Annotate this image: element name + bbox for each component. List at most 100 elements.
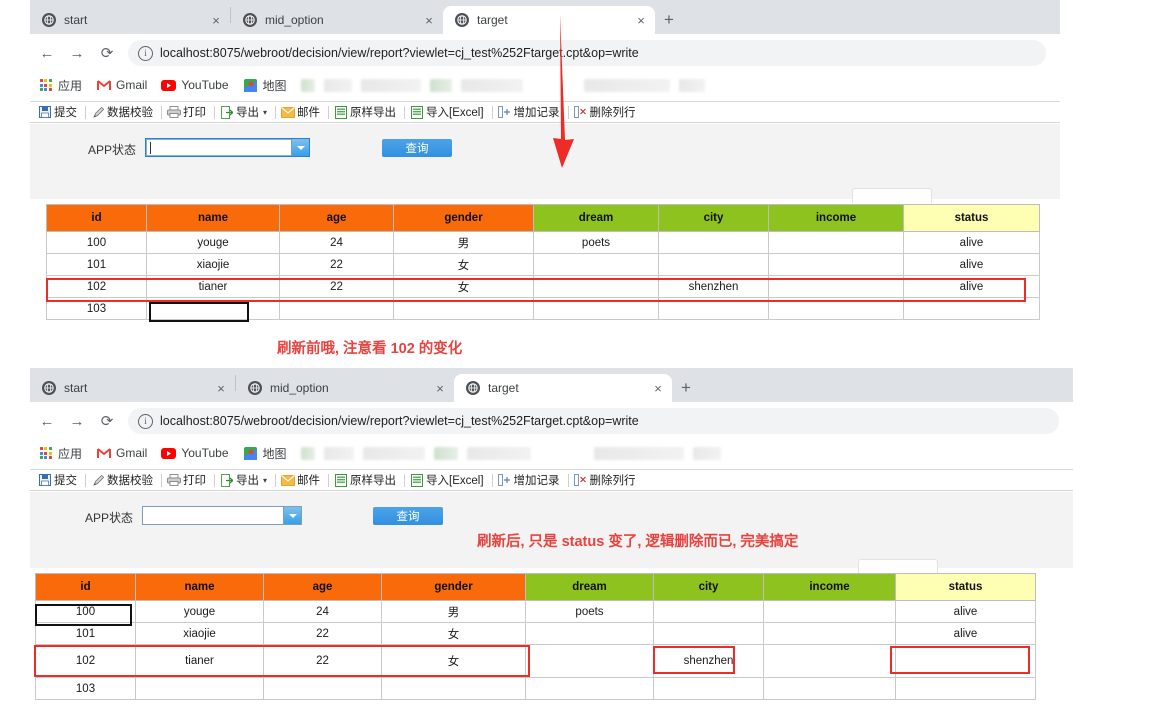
cell-id[interactable]: 103 <box>35 677 136 700</box>
cell-gender[interactable]: 男 <box>381 600 526 623</box>
cell-id[interactable]: 102 <box>46 275 147 298</box>
blurred-bookmark[interactable] <box>692 446 721 460</box>
cell-age[interactable]: 22 <box>263 622 382 645</box>
site-info-icon[interactable]: i <box>138 45 153 61</box>
bookmark-apps[interactable]: 应用 <box>38 445 82 462</box>
table-row[interactable]: 100 youge 24 男 poets alive <box>35 600 1036 623</box>
cell-age[interactable]: 22 <box>279 253 394 276</box>
forward-icon[interactable]: → <box>64 413 90 430</box>
cell-status[interactable]: alive <box>903 231 1040 254</box>
table-row[interactable]: 103 <box>35 677 1036 700</box>
cell-name[interactable] <box>146 297 280 320</box>
cell-gender[interactable] <box>381 677 526 700</box>
tab-close-icon[interactable]: × <box>421 14 437 27</box>
cell-city[interactable] <box>653 600 764 623</box>
cell-income[interactable] <box>763 644 896 678</box>
cell-name[interactable]: tianer <box>146 275 280 298</box>
bookmark-youtube[interactable]: YouTube <box>161 446 229 461</box>
cell-id[interactable]: 101 <box>35 622 136 645</box>
blurred-bookmark[interactable] <box>583 78 670 92</box>
tab-mid-option[interactable]: mid_option × <box>236 374 454 402</box>
blurred-bookmark[interactable] <box>678 78 705 92</box>
back-icon[interactable]: ← <box>34 45 60 62</box>
toolbar-print[interactable]: 打印 <box>167 472 206 488</box>
cell-name[interactable]: tianer <box>135 644 264 678</box>
query-button[interactable]: 查询 <box>382 139 452 157</box>
table-row[interactable]: 101 xiaojie 22 女 alive <box>46 253 1040 276</box>
cell-dream[interactable] <box>533 297 659 320</box>
chevron-down-icon[interactable]: ▾ <box>263 476 267 485</box>
cell-gender[interactable]: 女 <box>393 253 534 276</box>
cell-city[interactable] <box>658 297 769 320</box>
cell-dream[interactable] <box>533 253 659 276</box>
toolbar-data-validate[interactable]: 数据校验 <box>91 472 153 488</box>
cell-name[interactable]: xiaojie <box>135 622 264 645</box>
cell-income[interactable] <box>768 253 904 276</box>
cell-gender[interactable]: 男 <box>393 231 534 254</box>
blurred-bookmark[interactable] <box>593 446 684 460</box>
blurred-bookmark[interactable] <box>466 446 531 460</box>
dropdown-arrow-icon[interactable] <box>291 139 309 156</box>
toolbar-export[interactable]: 导出 ▾ <box>220 104 267 120</box>
bookmark-gmail[interactable]: Gmail <box>96 446 147 461</box>
cell-name[interactable] <box>135 677 264 700</box>
blurred-bookmark[interactable] <box>362 446 425 460</box>
toolbar-mail[interactable]: 邮件 <box>281 104 320 120</box>
blurred-bookmark[interactable] <box>300 446 315 460</box>
cell-income[interactable] <box>763 677 896 700</box>
toolbar-add-record[interactable]: 增加记录 <box>498 104 560 120</box>
cell-status[interactable]: alive <box>903 253 1040 276</box>
reload-icon[interactable]: ⟳ <box>94 412 120 430</box>
cell-id[interactable]: 103 <box>46 297 147 320</box>
blurred-bookmark[interactable] <box>460 78 523 92</box>
bookmark-youtube[interactable]: YouTube <box>161 78 229 93</box>
bookmark-gmail[interactable]: Gmail <box>96 78 147 93</box>
tab-close-icon[interactable]: × <box>213 382 229 395</box>
dropdown-arrow-icon[interactable] <box>283 507 301 524</box>
table-row[interactable]: 101 xiaojie 22 女 alive <box>35 622 1036 645</box>
cell-city[interactable] <box>658 231 769 254</box>
cell-gender[interactable] <box>393 297 534 320</box>
toolbar-import-excel[interactable]: 导入[Excel] <box>410 104 484 120</box>
bookmark-maps[interactable]: 地图 <box>243 77 287 94</box>
forward-icon[interactable]: → <box>64 45 90 62</box>
new-tab-button[interactable]: + <box>655 6 683 34</box>
table-row[interactable]: 100 youge 24 男 poets alive <box>46 231 1040 254</box>
cell-status[interactable]: alive <box>895 600 1036 623</box>
cell-status[interactable] <box>895 677 1036 700</box>
cell-status[interactable] <box>903 297 1040 320</box>
toolbar-delete-row[interactable]: 删除列行 <box>574 104 636 120</box>
address-bar[interactable]: i localhost:8075/webroot/decision/view/r… <box>128 408 1059 434</box>
app-status-input[interactable] <box>143 507 283 524</box>
query-button[interactable]: 查询 <box>373 507 443 525</box>
cell-age[interactable]: 24 <box>279 231 394 254</box>
blurred-bookmark[interactable] <box>300 78 315 92</box>
toolbar-submit[interactable]: 提交 <box>38 104 77 120</box>
cell-gender[interactable]: 女 <box>393 275 534 298</box>
cell-id[interactable]: 102 <box>35 644 136 678</box>
new-tab-button[interactable]: + <box>672 374 700 402</box>
toolbar-add-record[interactable]: 增加记录 <box>498 472 560 488</box>
cell-age[interactable]: 22 <box>263 644 382 678</box>
app-status-input[interactable] <box>146 139 291 156</box>
cell-gender[interactable]: 女 <box>381 644 526 678</box>
cell-age[interactable]: 22 <box>279 275 394 298</box>
tab-start[interactable]: start × <box>30 374 235 402</box>
app-status-dropdown[interactable] <box>142 506 302 525</box>
tab-target[interactable]: target × <box>443 6 655 34</box>
cell-city[interactable]: shenzhen <box>658 275 769 298</box>
toolbar-delete-row[interactable]: 删除列行 <box>574 472 636 488</box>
cell-dream[interactable] <box>525 677 654 700</box>
toolbar-print[interactable]: 打印 <box>167 104 206 120</box>
tab-target[interactable]: target × <box>454 374 672 402</box>
toolbar-raw-export[interactable]: 原样导出 <box>334 104 396 120</box>
cell-name[interactable]: youge <box>135 600 264 623</box>
cell-id[interactable]: 100 <box>46 231 147 254</box>
cell-gender[interactable]: 女 <box>381 622 526 645</box>
cell-city[interactable] <box>658 253 769 276</box>
cell-income[interactable] <box>768 297 904 320</box>
back-icon[interactable]: ← <box>34 413 60 430</box>
cell-income[interactable] <box>768 231 904 254</box>
bookmark-apps[interactable]: 应用 <box>38 77 82 94</box>
blurred-bookmark[interactable] <box>429 78 452 92</box>
